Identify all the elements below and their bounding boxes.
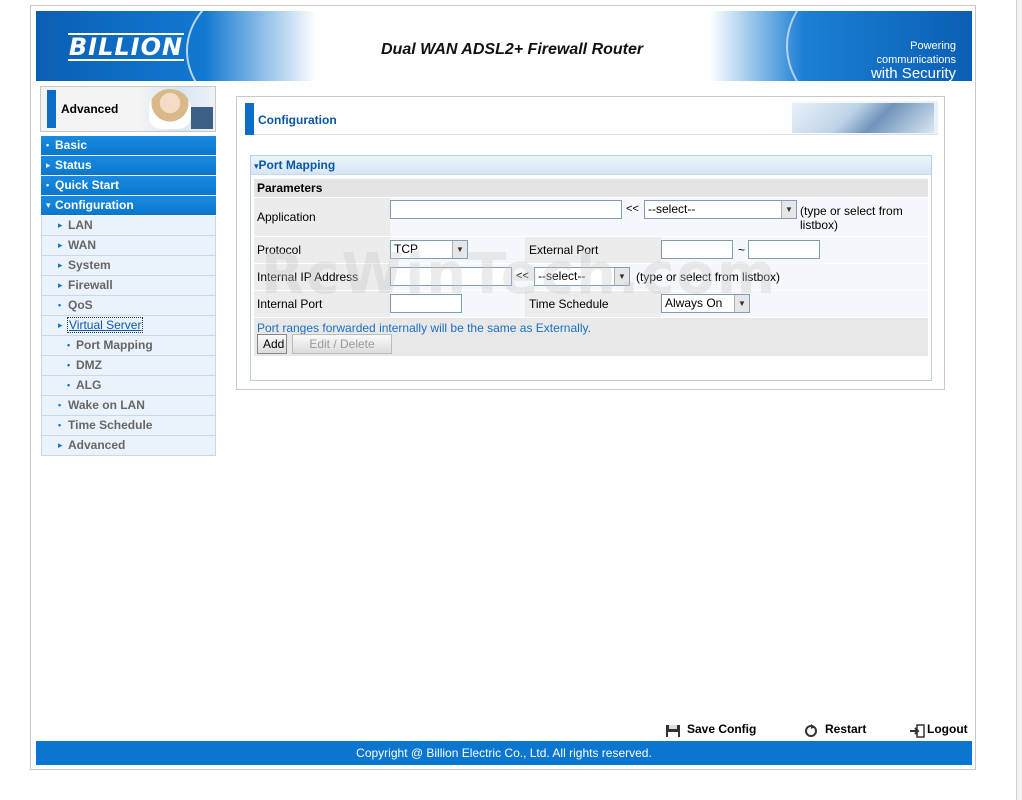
office-header-image (792, 103, 934, 133)
sidebar-item-lan[interactable]: ▸ LAN (41, 216, 216, 236)
logout-button[interactable]: Logout (909, 718, 968, 740)
sidebar-item-port-mapping[interactable]: • Port Mapping (41, 336, 216, 356)
restart-icon (803, 723, 819, 737)
sidebar-item-wake-on-lan[interactable]: • Wake on LAN (41, 396, 216, 416)
sidebar-item-status[interactable]: ▸ Status (41, 156, 216, 176)
sidebar-item-time-schedule[interactable]: • Time Schedule (41, 416, 216, 436)
sidebar-item-label: QoS (68, 298, 93, 312)
sidebar-item-label: Port Mapping (76, 338, 153, 352)
router-page-frame: BILLION Dual WAN ADSL2+ Firewall Router … (30, 5, 976, 770)
triangle-right-icon: ▸ (58, 260, 63, 270)
bullet-icon: • (58, 420, 62, 430)
triangle-right-icon: ▸ (58, 240, 63, 250)
tagline: Powering communications with Security (836, 39, 956, 81)
sidebar-item-alg[interactable]: • ALG (41, 376, 216, 396)
header-swoosh-decoration (186, 11, 406, 81)
banner-accent-bar (47, 90, 56, 128)
triangle-right-icon: ▸ (58, 280, 63, 290)
application-hint: (type or select from listbox) (800, 204, 903, 232)
sidebar-item-label: Time Schedule (68, 418, 153, 432)
sidebar-item-virtual-server[interactable]: ▸ Virtual Server (41, 316, 216, 336)
parameters-header: Parameters (254, 179, 928, 197)
triangle-down-icon: ▾ (46, 200, 51, 210)
application-select-value: --select-- (648, 202, 696, 216)
note-and-actions-row: Port ranges forwarded internally will be… (254, 318, 928, 356)
support-person-photo (149, 89, 191, 129)
watermark-text: RcWinTech.com (261, 242, 778, 307)
tagline-line-1: Powering communications (876, 40, 956, 66)
triangle-right-icon: ▸ (46, 160, 51, 170)
tagline-line-2: with Security (870, 65, 956, 81)
triangle-right-icon: ▸ (58, 440, 63, 450)
copyright-bar: Copyright @ Billion Electric Co., Ltd. A… (36, 741, 972, 765)
sidebar-item-label: Firewall (68, 278, 113, 292)
monitor-photo (191, 107, 213, 129)
header-banner: BILLION Dual WAN ADSL2+ Firewall Router … (36, 11, 972, 81)
sidebar-item-label: ALG (76, 378, 102, 392)
application-value-cell: << --select-- ▼ (type or select from lis… (390, 198, 928, 236)
restart-button[interactable]: Restart (803, 718, 866, 740)
application-select[interactable]: --select-- ▼ (644, 200, 797, 219)
section-title: Configuration (258, 113, 337, 127)
sidebar-item-label: LAN (68, 218, 93, 232)
edit-delete-button[interactable]: Edit / Delete (292, 334, 392, 354)
section-header: Configuration (245, 101, 938, 135)
port-mapping-title: ▾Port Mapping (251, 156, 931, 175)
sidebar-item-label: Virtual Server (66, 317, 144, 333)
port-range-note: Port ranges forwarded internally will be… (257, 321, 591, 335)
sidebar-mode-label: Advanced (61, 102, 119, 116)
bullet-icon: • (67, 360, 71, 370)
sidebar-item-label: Basic (55, 138, 88, 152)
sidebar-item-label: WAN (68, 238, 96, 252)
save-disk-icon (665, 723, 681, 737)
sidebar-item-qos[interactable]: • QoS (41, 296, 216, 316)
application-label: Application (254, 198, 389, 236)
product-title: Dual WAN ADSL2+ Firewall Router (381, 41, 644, 58)
sidebar-item-label: Quick Start (55, 178, 120, 192)
restart-label: Restart (825, 722, 867, 736)
sidebar-item-quick-start[interactable]: • Quick Start (41, 176, 216, 196)
sidebar-item-system[interactable]: ▸ System (41, 256, 216, 276)
section-accent-bar (245, 103, 254, 135)
sidebar-item-firewall[interactable]: ▸ Firewall (41, 276, 216, 296)
sidebar-mode-banner: Advanced (40, 86, 216, 132)
logout-label: Logout (927, 722, 968, 736)
sidebar-item-label: Status (55, 158, 92, 172)
window-scrollbar[interactable] (1016, 0, 1022, 800)
bullet-icon: • (46, 140, 50, 150)
triangle-right-icon: ▸ (58, 220, 63, 230)
sidebar-item-label: System (68, 258, 111, 272)
sidebar-item-configuration[interactable]: ▾ Configuration (41, 196, 216, 216)
save-config-button[interactable]: Save Config (665, 718, 756, 740)
sidebar-item-label: Advanced (68, 438, 126, 452)
port-mapping-title-text: Port Mapping (258, 158, 336, 172)
bullet-icon: • (58, 300, 62, 310)
bullet-icon: • (58, 400, 62, 410)
sidebar-item-wan[interactable]: ▸ WAN (41, 236, 216, 256)
bullet-icon: • (67, 340, 71, 350)
bullet-icon: • (46, 180, 50, 190)
footer-actions: Save Config Restart Logout (31, 718, 977, 740)
chevron-down-icon: ▼ (781, 201, 796, 218)
application-row: Application << --select-- ▼ (type or sel… (254, 198, 928, 236)
sidebar-item-basic[interactable]: • Basic (41, 136, 216, 156)
sidebar-item-label: DMZ (76, 358, 102, 372)
application-input[interactable] (390, 200, 622, 219)
sidebar-menu: • Basic ▸ Status • Quick Start ▾ Configurati… (41, 136, 216, 456)
billion-logo: BILLION (66, 33, 186, 61)
chevron-left-icon: << (626, 203, 639, 215)
sidebar-item-label: Wake on LAN (68, 398, 145, 412)
sidebar-item-dmz[interactable]: • DMZ (41, 356, 216, 376)
sidebar-item-advanced[interactable]: ▸ Advanced (41, 436, 216, 456)
add-button[interactable]: Add (257, 334, 287, 354)
logout-door-icon (909, 723, 925, 738)
bullet-icon: • (67, 380, 71, 390)
save-config-label: Save Config (687, 722, 757, 736)
sidebar-item-label: Configuration (55, 198, 134, 212)
triangle-right-icon: ▸ (58, 320, 63, 330)
